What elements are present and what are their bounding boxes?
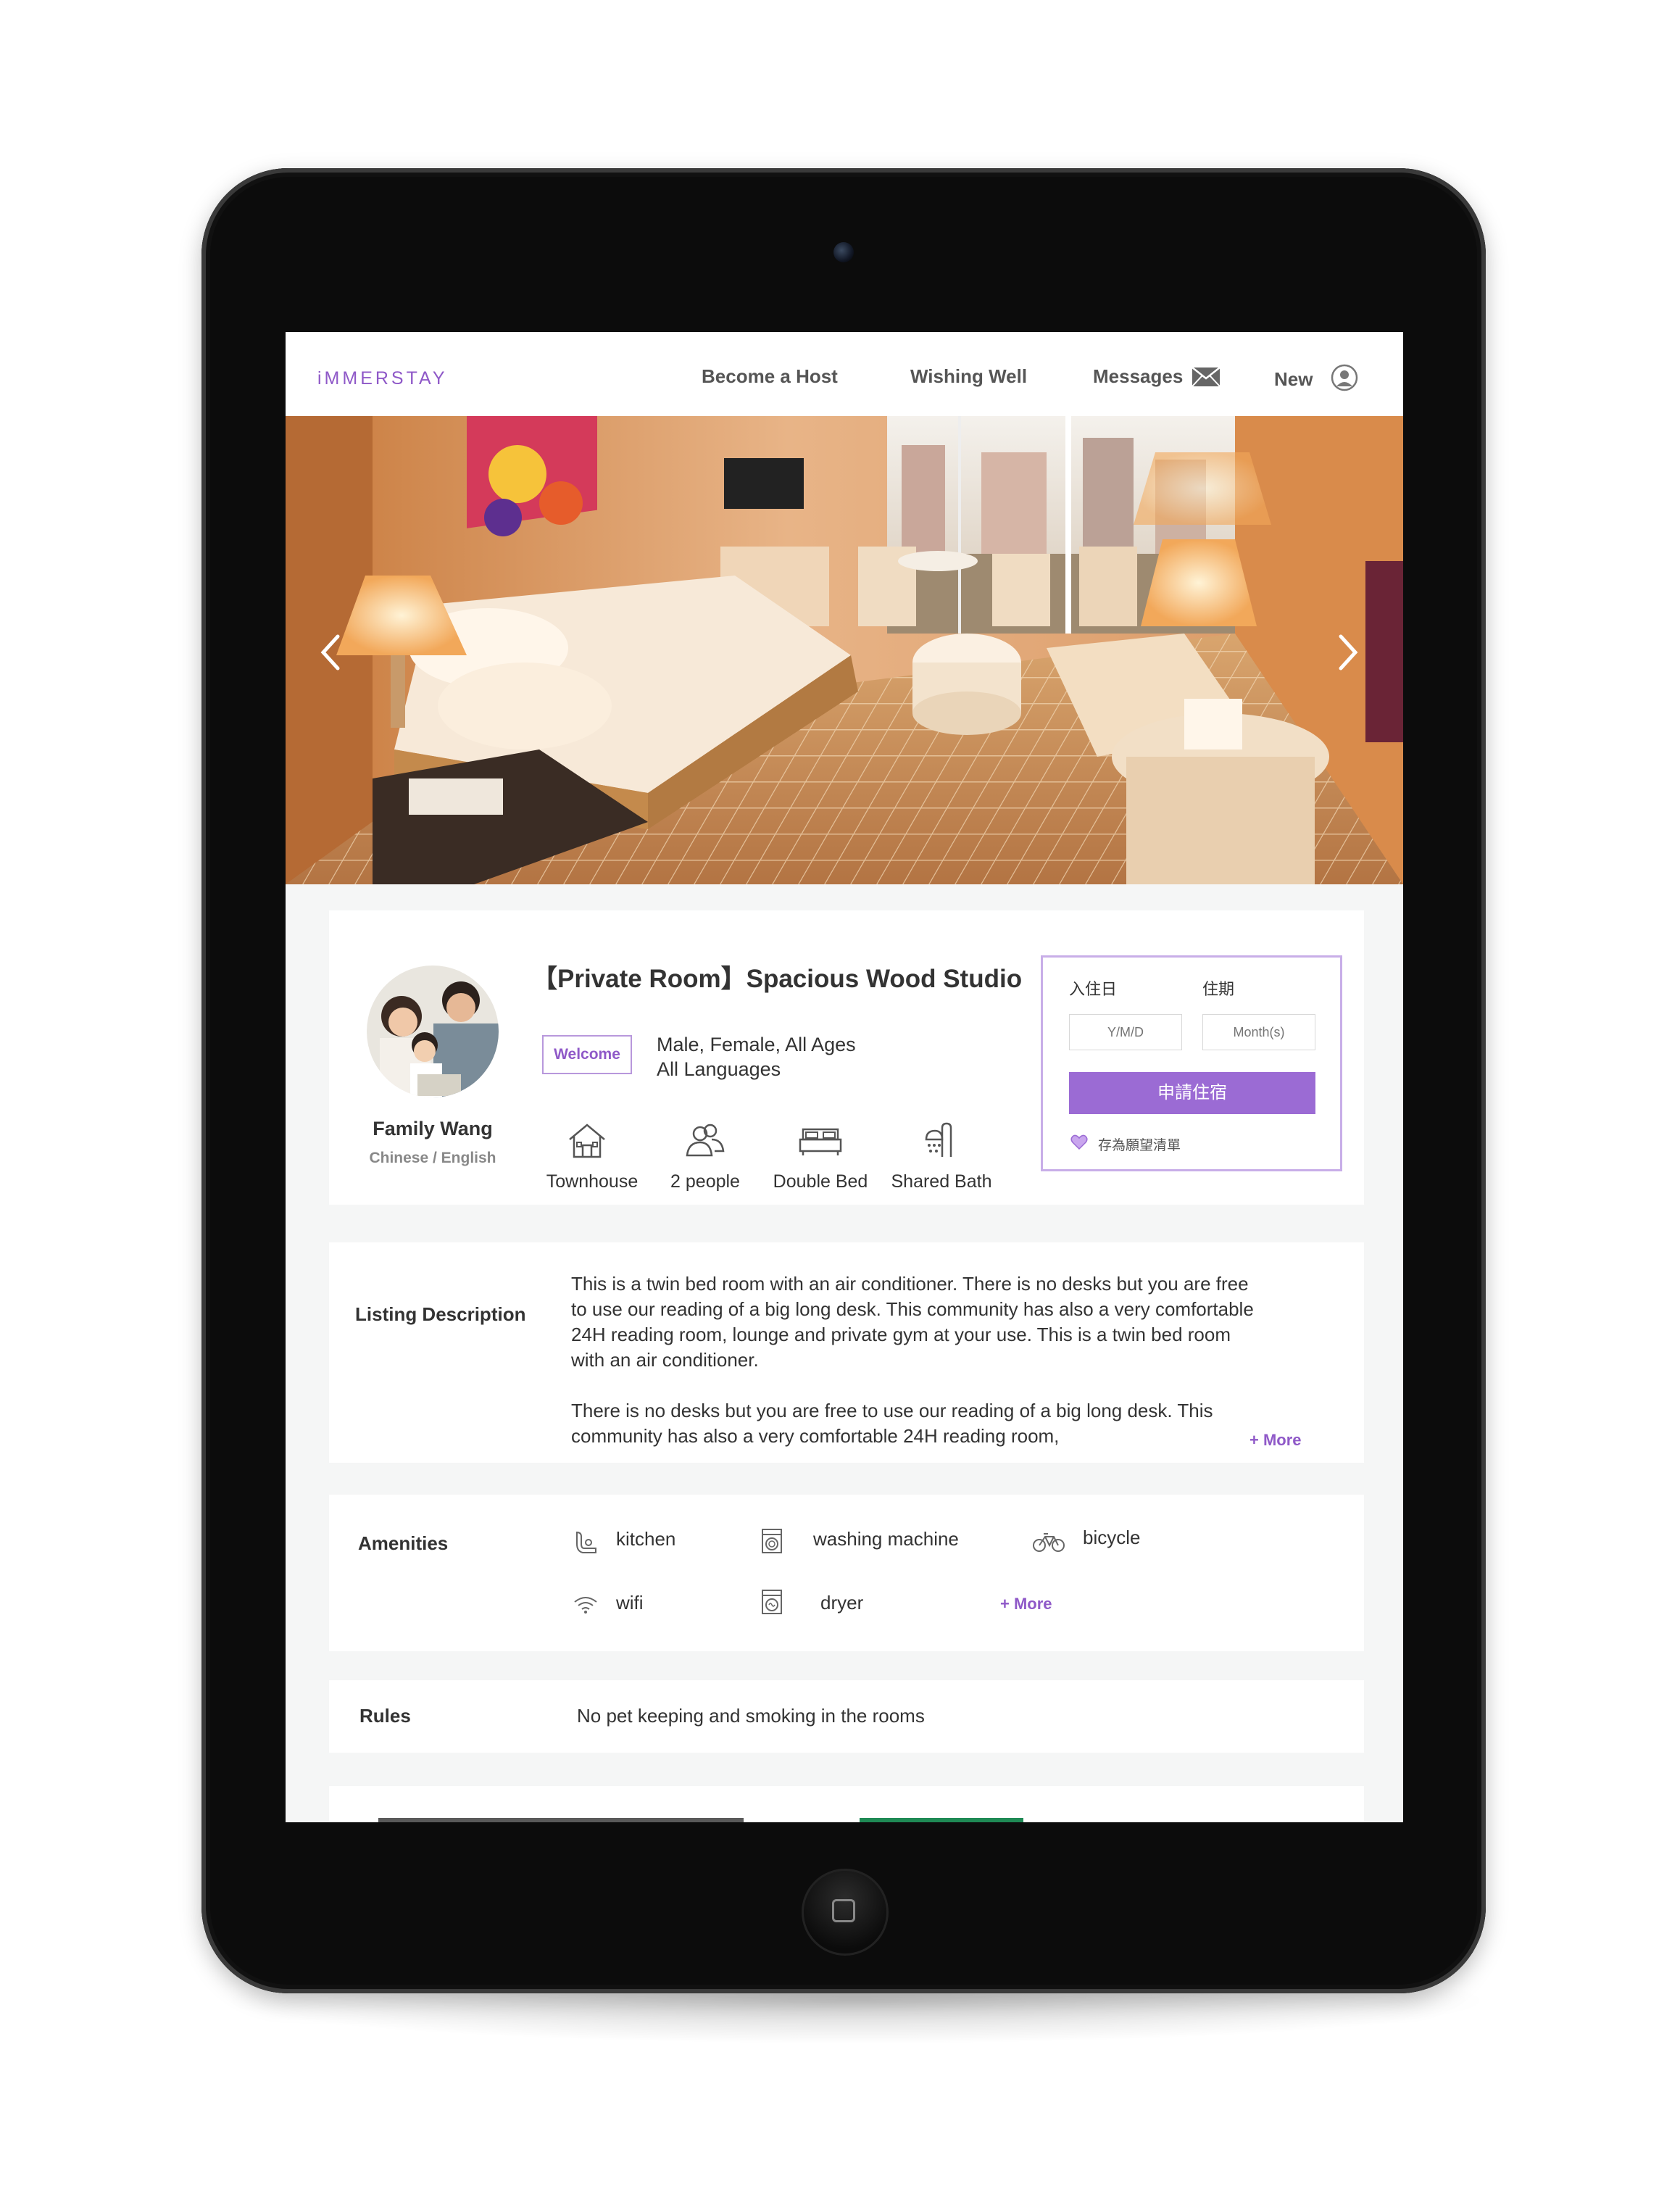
amenity-label: bicycle [1083, 1527, 1141, 1548]
chevron-right-icon[interactable] [1338, 634, 1360, 671]
description-line: 24H reading room, lounge and private gym… [571, 1324, 1231, 1345]
dryer-icon [762, 1590, 782, 1614]
wishing-well-link[interactable]: Wishing Well [910, 365, 1027, 388]
feature-label-people: 2 people [670, 1171, 740, 1192]
amenity-label: washing machine [813, 1528, 959, 1550]
description-line: There is no desks but you are free to us… [571, 1400, 1213, 1421]
welcome-badge-label: Welcome [554, 1046, 620, 1063]
duration-input[interactable] [1202, 1014, 1315, 1050]
guest-languages: All Languages [657, 1058, 781, 1080]
amenities-more-link[interactable]: + More [1000, 1595, 1052, 1614]
booking-panel: 入住日 住期 申請住宿 存為願望清單 [1041, 955, 1342, 1171]
description-line: This is a twin bed room with an air cond… [571, 1273, 1249, 1295]
wifi-icon [574, 1597, 597, 1614]
heart-icon[interactable] [1070, 1134, 1088, 1150]
description-line: to use our reading of a big long desk. T… [571, 1298, 1254, 1320]
rules-card: Rules No pet keeping and smoking in the … [329, 1680, 1364, 1753]
amenity-label: dryer [820, 1592, 864, 1614]
welcome-badge: Welcome [542, 1035, 632, 1074]
description-line: community has also a very comfortable 24… [571, 1425, 1060, 1447]
user-avatar-icon[interactable] [1331, 364, 1358, 391]
rules-heading: Rules [359, 1705, 411, 1727]
home-button[interactable] [802, 1869, 889, 1956]
apply-stay-button[interactable]: 申請住宿 [1069, 1072, 1315, 1114]
host-languages: Chinese / English [369, 1150, 496, 1166]
host-avatar[interactable] [367, 966, 499, 1097]
save-wishlist-link[interactable]: 存為願望清單 [1098, 1134, 1181, 1154]
next-section-card [329, 1786, 1364, 1822]
amenity-label: wifi [616, 1592, 644, 1614]
house-icon [569, 1124, 605, 1158]
bed-icon [799, 1128, 842, 1155]
amenities-heading: Amenities [358, 1532, 449, 1554]
description-card: Listing Description This is a twin bed r… [329, 1242, 1364, 1463]
amenity-label: kitchen [616, 1528, 676, 1550]
shower-icon [925, 1122, 952, 1157]
feature-label-bed: Double Bed [773, 1171, 868, 1192]
top-nav: iMMERSTAY Become a Host Wishing Well Mes… [286, 332, 1403, 417]
checkin-label: 入住日 [1069, 980, 1118, 998]
become-host-link[interactable]: Become a Host [702, 365, 838, 388]
feature-label-townhouse: Townhouse [546, 1171, 639, 1192]
room-photo [286, 416, 1403, 884]
section-map-strip [860, 1818, 1023, 1822]
bicycle-icon [1033, 1533, 1065, 1552]
messages-link[interactable]: Messages [1093, 365, 1183, 388]
description-heading: Listing Description [355, 1303, 526, 1325]
room-photo-carousel [286, 416, 1403, 884]
logo[interactable]: iMMERSTAY [317, 368, 448, 389]
front-camera [833, 242, 854, 262]
user-name[interactable]: New [1274, 368, 1313, 391]
feature-label-bath: Shared Bath [891, 1171, 992, 1192]
people-icon [686, 1124, 725, 1157]
section-image-strip [378, 1818, 744, 1822]
amenities-card: Amenities kitchen washing machine bicycl… [329, 1495, 1364, 1651]
listing-summary-card: Family Wang Chinese / English 【Private R… [329, 910, 1364, 1205]
washing-machine-icon [762, 1529, 782, 1553]
listing-title: 【Private Room】Spacious Wood Studio [532, 965, 1023, 993]
kitchen-icon [576, 1531, 596, 1553]
host-name[interactable]: Family Wang [373, 1118, 493, 1140]
description-line: with an air conditioner. [571, 1349, 759, 1371]
checkin-date-input[interactable] [1069, 1014, 1182, 1050]
guest-preferences: Male, Female, All Ages [657, 1034, 856, 1055]
envelope-icon[interactable] [1192, 367, 1221, 387]
app-screen: iMMERSTAY Become a Host Wishing Well Mes… [286, 332, 1403, 1822]
duration-label: 住期 [1202, 980, 1235, 998]
description-more-link[interactable]: + More [1249, 1431, 1302, 1450]
chevron-left-icon[interactable] [319, 634, 341, 671]
rules-text: No pet keeping and smoking in the rooms [577, 1705, 925, 1727]
